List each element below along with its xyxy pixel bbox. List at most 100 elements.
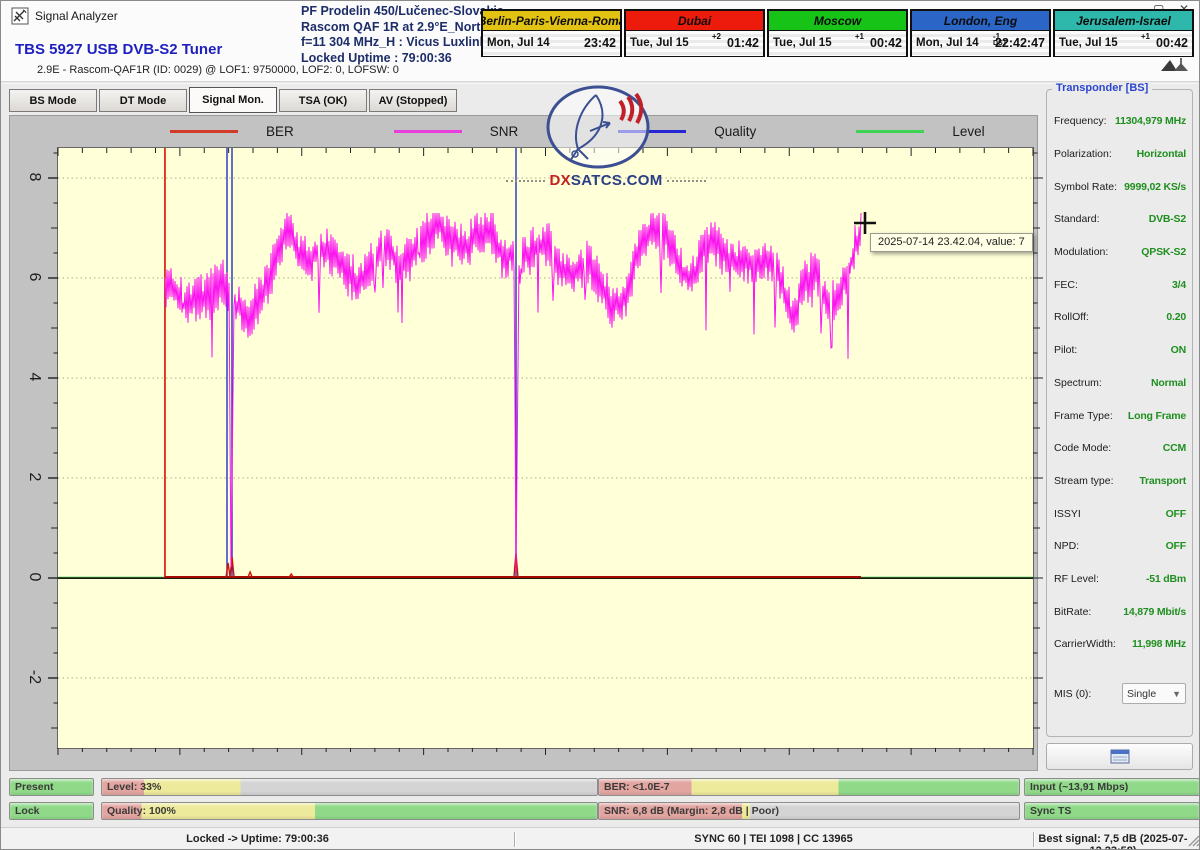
transponder-label: CarrierWidth: [1054, 638, 1116, 650]
transponder-row: Code Mode:CCM [1054, 432, 1186, 465]
transponder-value: Transport [1139, 475, 1186, 487]
clock-time: 00:42 [870, 36, 902, 50]
transponder-value: Long Frame [1128, 410, 1186, 422]
site-info-line: Locked Uptime : 79:00:36 [301, 51, 504, 67]
world-clock: Berlin-Paris-Vienna-RomaMon, Jul 1423:42 [481, 9, 622, 57]
transponder-label: NPD: [1054, 540, 1079, 552]
signal-analyzer-window: Signal Analyzer – ▢ ✕ PF Prodelin 450/Lu… [0, 0, 1200, 850]
clock-body: Tue, Jul 15 +2 01:42 [626, 31, 763, 56]
chart-panel: BERSNRQualityLevel 86420-2 2025-07-14 23… [9, 115, 1038, 771]
transponder-value: QPSK-S2 [1141, 246, 1186, 258]
window-title: Signal Analyzer [35, 9, 118, 23]
status-uptime: Locked -> Uptime: 79:00:36 [1, 833, 514, 845]
clock-body: Tue, Jul 15 +1 00:42 [1055, 31, 1192, 56]
transponder-row: Standard:DVB-S2 [1054, 203, 1186, 236]
tuner-title: TBS 5927 USB DVB-S2 Tuner [15, 41, 222, 58]
transponder-label: Spectrum: [1054, 377, 1102, 389]
transponder-value: OFF [1166, 540, 1186, 552]
world-clock: London, EngMon, Jul 14-1DST22:42:47 [910, 9, 1051, 57]
transponder-value: 0.20 [1166, 311, 1186, 323]
mis-value: Single [1127, 688, 1156, 700]
legend-label: BER [266, 124, 294, 139]
transponder-value: ON [1171, 344, 1186, 356]
legend-item-quality: Quality [618, 124, 756, 139]
clock-date: Tue, Jul 15 [630, 37, 689, 49]
tab-bs-mode[interactable]: BS Mode [9, 89, 97, 112]
clock-city: London, Eng [912, 11, 1049, 31]
site-info: PF Prodelin 450/Lučenec-Slovakia Rascom … [301, 4, 504, 66]
transponder-row: Symbol Rate:9999,02 KS/s [1054, 170, 1186, 203]
transponder-label: RollOff: [1054, 311, 1089, 323]
transponder-value: 11304,979 MHz [1115, 115, 1186, 127]
transponder-row: Pilot:ON [1054, 334, 1186, 367]
transponder-title: Transponder [BS] [1052, 82, 1152, 94]
clock-city: Jerusalem-Israel [1055, 11, 1192, 31]
transponder-value: -51 dBm [1146, 573, 1186, 585]
legend-swatch [618, 130, 686, 133]
transponder-label: Frame Type: [1054, 410, 1113, 422]
transponder-label: Polarization: [1054, 148, 1112, 160]
header-divider [1, 81, 1200, 84]
tab-tsa-ok[interactable]: TSA (OK) [279, 89, 367, 112]
y-axis-label: -2 [24, 666, 44, 688]
tab-av-stopped[interactable]: AV (Stopped) [369, 89, 457, 112]
transponder-value: OFF [1166, 508, 1186, 520]
transponder-row: CarrierWidth:11,998 MHz [1054, 628, 1186, 661]
transponder-label: Frequency: [1054, 115, 1107, 127]
meter-sync: Sync TS [1024, 802, 1200, 820]
legend-label: SNR [490, 124, 519, 139]
mode-tabs: BS ModeDT ModeSignal Mon.TSA (OK)AV (Sto… [9, 89, 457, 113]
transponder-label: FEC: [1054, 279, 1078, 291]
site-info-line: f=11 304 MHz_H : Vicus Luxlink [301, 35, 504, 51]
transponder-value: 3/4 [1172, 279, 1186, 291]
meter-ber: BER: <1.0E-7 [598, 778, 1020, 796]
site-info-line: PF Prodelin 450/Lučenec-Slovakia [301, 4, 504, 20]
transponder-label: BitRate: [1054, 606, 1091, 618]
chart-legend: BER SNR Quality Level [10, 119, 1030, 143]
transponder-row: Modulation:QPSK-S2 [1054, 236, 1186, 269]
world-clock: DubaiTue, Jul 15+201:42 [624, 9, 765, 57]
mis-select[interactable]: Single ▼ [1122, 683, 1186, 704]
clock-time: 00:42 [1156, 36, 1188, 50]
clock-offset: +2 [712, 32, 721, 41]
transponder-row: Polarization:Horizontal [1054, 138, 1186, 171]
clock-date: Tue, Jul 15 [1059, 37, 1118, 49]
transponder-value: Normal [1151, 377, 1186, 389]
transponder-value: DVB-S2 [1149, 213, 1186, 225]
transponder-value: CCM [1163, 442, 1186, 454]
legend-swatch [394, 130, 462, 133]
meter-snr: SNR: 6,8 dB (Margin: 2,8 dB | Poor) [598, 802, 1020, 820]
clock-date: Mon, Jul 14 [487, 37, 550, 49]
clock-time: 01:42 [727, 36, 759, 50]
transponder-row: BitRate: 14,879 Mbit/s [1054, 595, 1186, 628]
meter-level: Level: 33% [101, 778, 598, 796]
transponder-row: ISSYIOFF [1054, 497, 1186, 530]
chevron-down-icon: ▼ [1172, 689, 1181, 699]
world-clock: Jerusalem-Israel Tue, Jul 15 +1 00:42 [1053, 9, 1194, 57]
y-axis-label: 4 [24, 366, 44, 388]
transponder-value: 14,879 Mbit/s [1123, 606, 1186, 618]
transponder-row: FEC: 3/4 [1054, 268, 1186, 301]
clock-date: Tue, Jul 15 [773, 37, 832, 49]
clock-city: Moscow [769, 11, 906, 31]
clock-offset: +1 [1141, 32, 1150, 41]
transponder-label: RF Level: [1054, 573, 1099, 585]
meter-quality: Quality: 100% [101, 802, 598, 820]
y-axis-label: 8 [24, 166, 44, 188]
resize-grip[interactable] [1187, 834, 1200, 847]
legend-item-level: Level [856, 124, 984, 139]
world-clocks: Berlin-Paris-Vienna-RomaMon, Jul 1423:42… [481, 9, 1194, 57]
clock-date: Mon, Jul 14 [916, 37, 979, 49]
statusbar-separator [514, 832, 515, 847]
legend-label: Quality [714, 124, 756, 139]
antenna-icon [1157, 57, 1193, 72]
legend-swatch [856, 130, 924, 133]
transponder-row: Frame Type: Long Frame [1054, 399, 1186, 432]
tab-dt-mode[interactable]: DT Mode [99, 89, 187, 112]
stream-viewer-button[interactable] [1046, 743, 1193, 770]
status-sync-counters: SYNC 60 | TEI 1098 | CC 13965 [514, 833, 1033, 845]
tab-signal-mon[interactable]: Signal Mon. [189, 87, 277, 113]
status-best-signal: Best signal: 7,5 dB (2025-07-12 23:58) [1033, 833, 1193, 850]
clock-time: 22:42:47 [995, 36, 1045, 50]
transponder-row: Spectrum: Normal [1054, 367, 1186, 400]
